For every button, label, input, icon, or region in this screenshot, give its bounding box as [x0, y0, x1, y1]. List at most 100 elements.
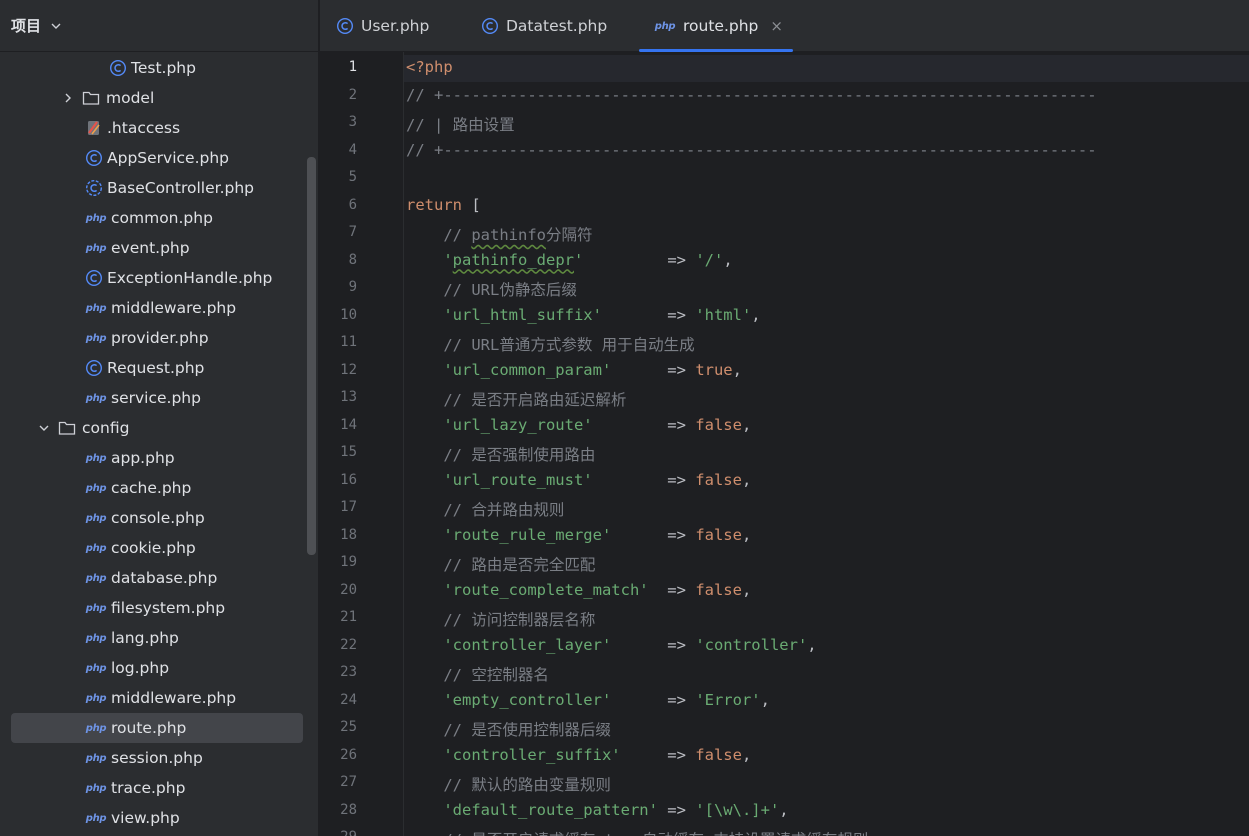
- line-number: 7: [348, 224, 357, 240]
- tree-file[interactable]: php database.php: [0, 563, 304, 593]
- code-token: ,: [741, 415, 752, 434]
- line-number: 10: [340, 306, 357, 323]
- php-badge-text: php: [85, 242, 107, 254]
- chevron-down-icon[interactable]: [49, 19, 63, 33]
- tree-file[interactable]: .htaccess: [0, 113, 304, 143]
- code-line[interactable]: 'url_lazy_route' => false,: [406, 416, 751, 434]
- tree-file[interactable]: php console.php: [0, 503, 304, 533]
- code-line[interactable]: // 合并路由规则: [406, 498, 564, 520]
- code-token: // 合并路由规则: [443, 501, 565, 519]
- code-line[interactable]: // 路由是否完全匹配: [406, 553, 595, 575]
- code-token: '/': [695, 250, 724, 269]
- code-line[interactable]: 'controller_suffix' => false,: [406, 746, 751, 764]
- php-file-icon: php: [85, 209, 107, 227]
- code-token: // URL普通方式参数 用于自动生成: [443, 336, 695, 354]
- code-line[interactable]: 'url_route_must' => false,: [406, 471, 751, 489]
- tree-file[interactable]: php common.php: [0, 203, 304, 233]
- code-line[interactable]: 'url_common_param' => true,: [406, 361, 742, 379]
- code-line[interactable]: 'url_html_suffix' => 'html',: [406, 305, 760, 324]
- code-line[interactable]: // 是否开启路由延迟解析: [406, 388, 626, 410]
- tree-file[interactable]: php session.php: [0, 743, 304, 773]
- tree-item-label: AppService.php: [107, 149, 229, 167]
- tree-file[interactable]: php route.php: [11, 713, 303, 743]
- tree-file[interactable]: php view.php: [0, 803, 304, 833]
- php-badge-text: php: [85, 542, 107, 554]
- tree-file[interactable]: php cache.php: [0, 473, 304, 503]
- code-token: // 访问控制器层名称: [443, 611, 596, 629]
- tree-file[interactable]: php service.php: [0, 383, 304, 413]
- tree-item-label: filesystem.php: [111, 599, 226, 617]
- code-line[interactable]: // URL普通方式参数 用于自动生成: [406, 333, 695, 355]
- php-badge-text: php: [85, 632, 107, 644]
- project-panel-title[interactable]: 项目: [11, 15, 41, 36]
- code-line[interactable]: // 默认的路由变量规则: [406, 773, 611, 795]
- tree-file[interactable]: php app.php: [0, 443, 304, 473]
- tree-file[interactable]: php cookie.php: [0, 533, 304, 563]
- tree-file[interactable]: php log.php: [0, 653, 304, 683]
- code-line[interactable]: // 是否使用控制器后缀: [406, 718, 611, 740]
- tree-file[interactable]: php lang.php: [0, 623, 304, 653]
- sidebar-scrollbar[interactable]: [307, 157, 316, 555]
- tree-item-label: service.php: [111, 389, 201, 407]
- code-line[interactable]: // +------------------------------------…: [406, 141, 1097, 159]
- code-editor[interactable]: 1 2 3 4 5 6 7 8 9 10 11 12 13 14 15 16 17 18 19 20 21 22 23 24 2…: [320, 52, 1249, 836]
- php-badge-text: php: [85, 812, 107, 824]
- code-line[interactable]: // 空控制器名: [406, 663, 549, 685]
- line-number: 22: [340, 636, 357, 653]
- tree-file[interactable]: php middleware.php: [0, 683, 304, 713]
- code-line[interactable]: // 访问控制器层名称: [406, 608, 595, 630]
- code-token: // 路由是否完全匹配: [443, 556, 596, 574]
- code-line[interactable]: 'empty_controller' => 'Error',: [406, 691, 770, 709]
- tree-file[interactable]: php filesystem.php: [0, 593, 304, 623]
- tree-file[interactable]: ExceptionHandle.php: [0, 263, 304, 293]
- tree-file[interactable]: Test.php: [0, 53, 304, 83]
- tree-folder[interactable]: config: [0, 413, 304, 443]
- code-line[interactable]: // +------------------------------------…: [406, 86, 1097, 104]
- editor-tab[interactable]: php route.php ×: [639, 0, 793, 52]
- code-line[interactable]: // 是否开启请求缓存 true自动缓存 支持设置请求缓存规则: [406, 828, 868, 836]
- project-panel-header[interactable]: 项目: [0, 0, 318, 52]
- code-line[interactable]: return [: [406, 196, 481, 214]
- chevron-right-icon[interactable]: [60, 90, 76, 106]
- code-line[interactable]: // URL伪静态后缀: [406, 278, 577, 300]
- editor-tab[interactable]: Datatest.php: [481, 0, 607, 52]
- code-line[interactable]: // 是否强制使用路由: [406, 443, 595, 465]
- code-token: =>: [592, 470, 696, 489]
- code-token: 'default_route_pattern': [443, 800, 658, 819]
- line-number-gutter: 1 2 3 4 5 6 7 8 9 10 11 12 13 14 15 16 17 18 19 20 21 22 23 24 2…: [320, 52, 404, 836]
- code-line[interactable]: // | 路由设置: [406, 113, 515, 135]
- code-line[interactable]: // pathinfo分隔符: [406, 223, 592, 245]
- tree-file[interactable]: php trace.php: [0, 773, 304, 803]
- code-line[interactable]: 'route_rule_merge' => false,: [406, 526, 751, 544]
- code-token: false: [695, 415, 742, 434]
- tree-folder[interactable]: model: [0, 83, 304, 113]
- tree-file[interactable]: php middleware.php: [0, 293, 304, 323]
- tree-file[interactable]: Request.php: [0, 353, 304, 383]
- tree-file[interactable]: AppService.php: [0, 143, 304, 173]
- tree-file[interactable]: BaseController.php: [0, 173, 304, 203]
- close-tab-icon[interactable]: ×: [770, 17, 783, 35]
- php-file-icon: php: [85, 329, 107, 347]
- code-line[interactable]: 'pathinfo_depr' => '/',: [406, 250, 732, 269]
- code-line[interactable]: <?php: [406, 58, 453, 76]
- code-line[interactable]: 'controller_layer' => 'controller',: [406, 636, 816, 654]
- code-token: 'html': [695, 305, 752, 324]
- code-line[interactable]: 'default_route_pattern' => '[\w\.]+',: [406, 800, 788, 819]
- php-badge-text: php: [654, 20, 676, 32]
- tree-item-label: lang.php: [111, 629, 179, 647]
- code-line[interactable]: 'route_complete_match' => false,: [406, 581, 751, 599]
- php-file-icon: php: [85, 299, 107, 317]
- editor-tab[interactable]: User.php: [336, 0, 429, 52]
- chevron-down-icon[interactable]: [36, 420, 52, 436]
- tree-item-label: middleware.php: [111, 689, 237, 707]
- tree-file[interactable]: php provider.php: [0, 323, 304, 353]
- line-number: 16: [340, 471, 357, 488]
- php-class-icon: [85, 359, 103, 377]
- code-token: 'url_common_param': [443, 360, 612, 379]
- php-badge-text: php: [85, 512, 107, 524]
- tree-file[interactable]: php event.php: [0, 233, 304, 263]
- code-token: =>: [592, 415, 696, 434]
